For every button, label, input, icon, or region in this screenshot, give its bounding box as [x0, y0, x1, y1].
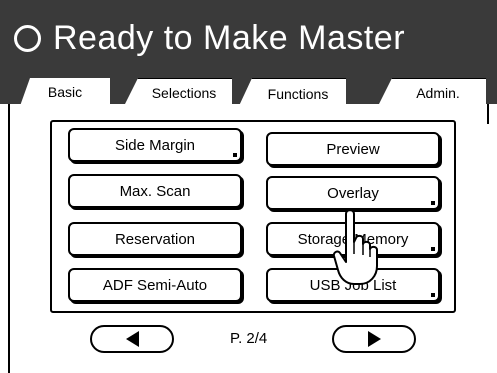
ring-icon [14, 24, 41, 52]
tab-basic[interactable]: Basic [20, 78, 110, 106]
reservation-button[interactable]: Reservation [68, 222, 242, 256]
tab-label: Functions [267, 85, 329, 102]
button-label: Max. Scan [119, 182, 191, 200]
button-label: Overlay [327, 184, 379, 202]
button-label: Reservation [114, 230, 196, 248]
submenu-mark-icon [431, 201, 435, 205]
max-scan-button[interactable]: Max. Scan [68, 174, 242, 208]
tab-label: Selections [151, 84, 217, 101]
left-border [8, 104, 10, 373]
submenu-mark-icon [233, 153, 237, 157]
status-title: Ready to Make Master [53, 18, 406, 57]
triangle-right-icon [367, 331, 381, 347]
button-label: Side Margin [114, 136, 196, 154]
preview-button[interactable]: Preview [266, 132, 440, 166]
tab-admin[interactable]: Admin. [378, 78, 486, 106]
next-page-button[interactable] [332, 325, 416, 353]
prev-page-button[interactable] [90, 325, 174, 353]
side-margin-button[interactable]: Side Margin [68, 128, 242, 162]
overlay-button[interactable]: Overlay [266, 176, 440, 210]
page-indicator: P. 2/4 [230, 330, 268, 347]
hand-pointer-icon [332, 209, 378, 285]
submenu-mark-icon [431, 247, 435, 251]
tab-selections[interactable]: Selections [124, 78, 232, 106]
adf-semi-auto-button[interactable]: ADF Semi-Auto [68, 268, 242, 302]
tab-label: Basic [47, 84, 83, 100]
right-border [487, 104, 489, 124]
title-row: Ready to Make Master [14, 14, 405, 62]
triangle-left-icon [125, 331, 139, 347]
button-label: ADF Semi-Auto [102, 276, 208, 294]
button-label: Preview [326, 140, 380, 158]
tab-label: Admin. [416, 84, 460, 101]
submenu-mark-icon [431, 293, 435, 297]
